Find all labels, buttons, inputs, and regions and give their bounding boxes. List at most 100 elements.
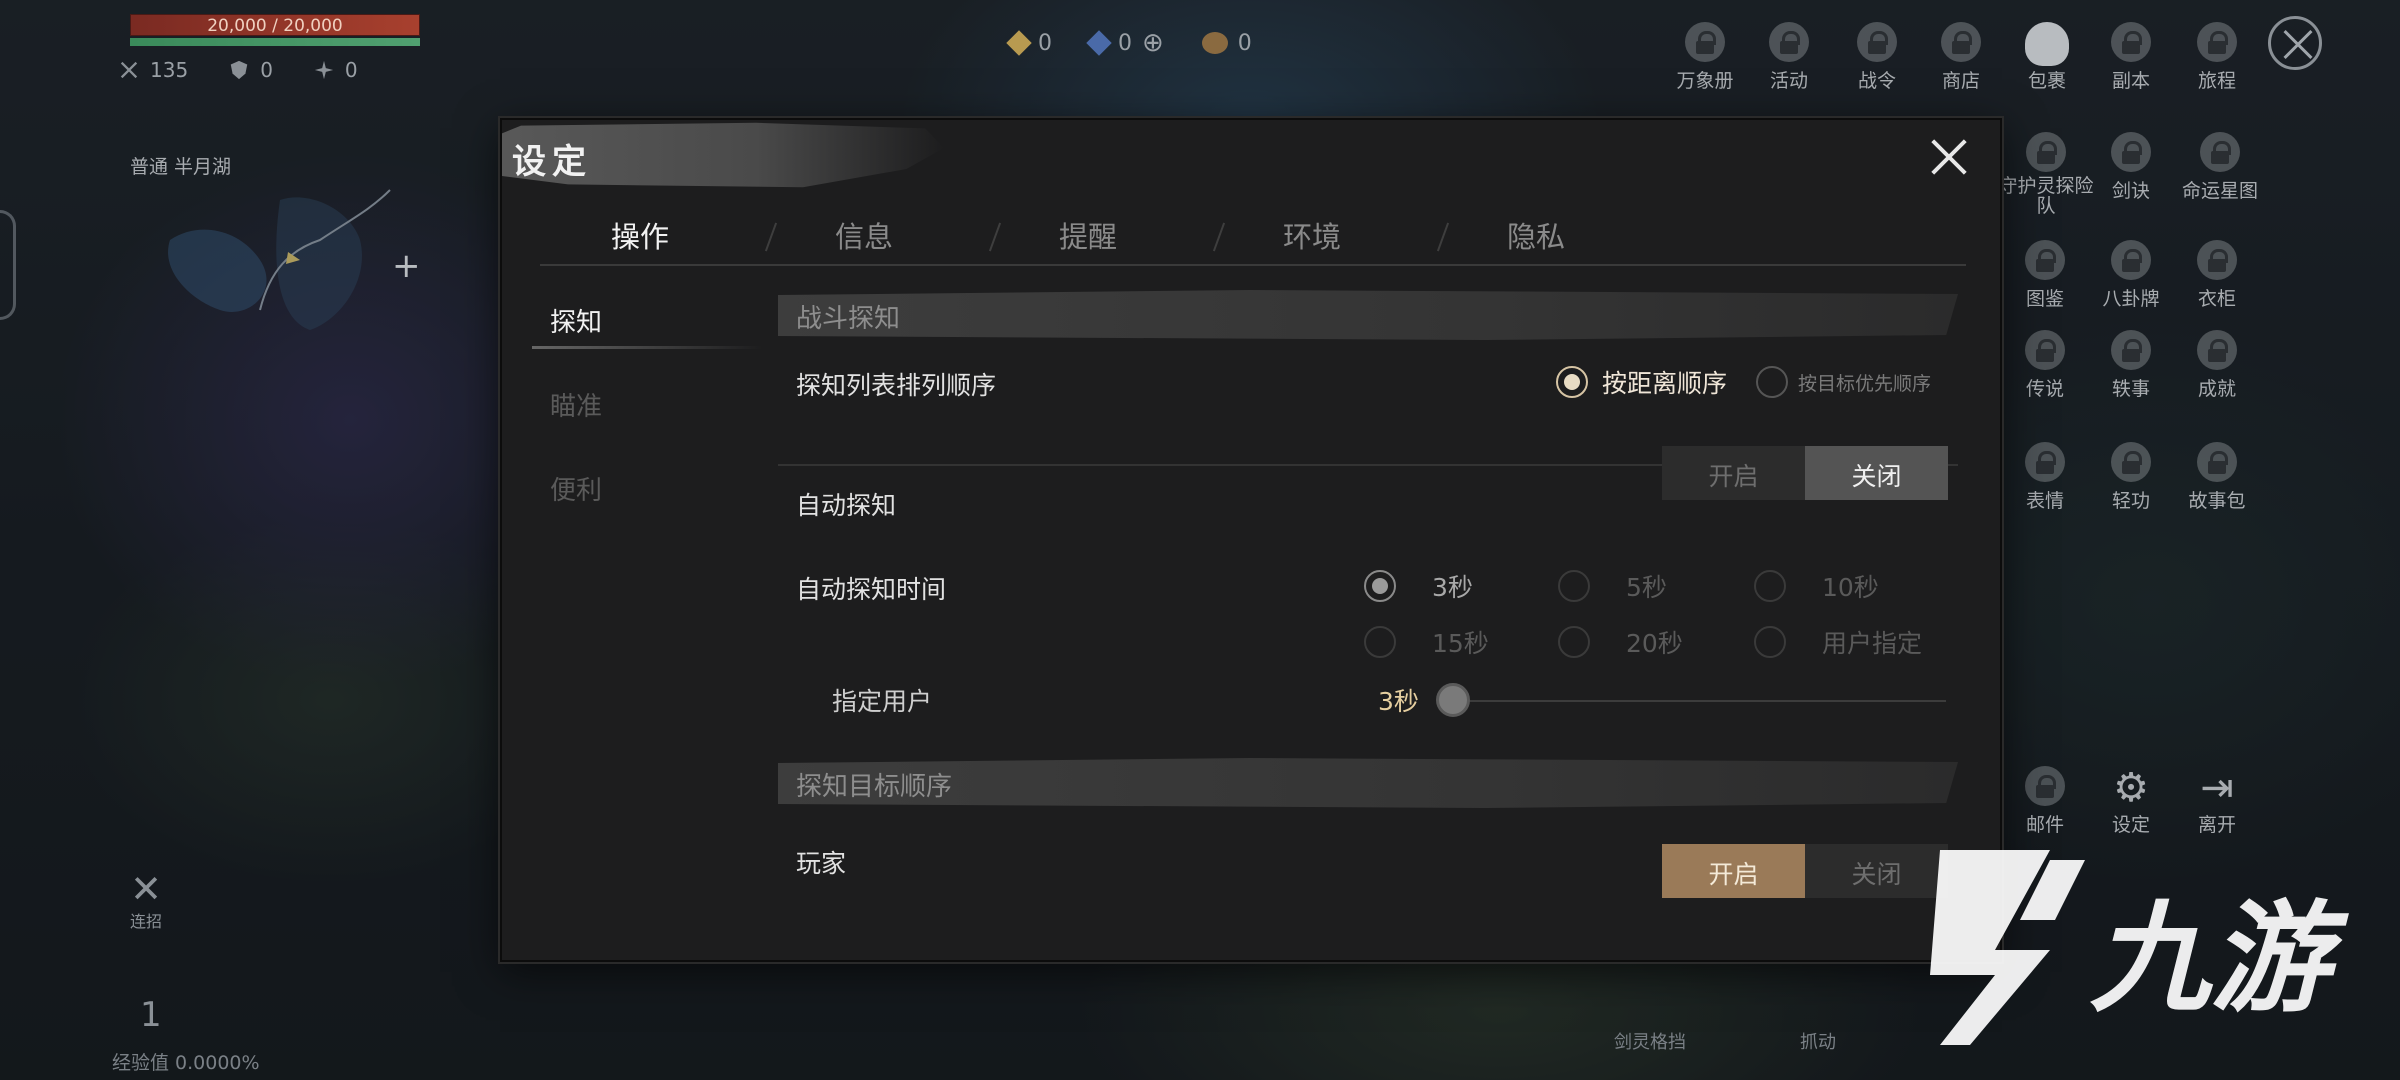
gold-currency: 0 [1006,28,1052,58]
lock-icon [2025,442,2065,482]
menu-label: 守护灵探险队 [1998,175,2094,217]
spark-icon [314,60,334,80]
section-combat-detect: 战斗探知 [778,290,1958,340]
menu-item-bagua[interactable]: 八卦牌 [2086,240,2176,311]
gold-value: 0 [1038,30,1052,56]
menu-label: 活动 [1769,70,1808,92]
radio-label: 20秒 [1626,629,1683,658]
sidebar-item-detect[interactable]: 探知 [502,280,782,364]
shield-icon [230,60,248,80]
player-on-button[interactable]: 开启 [1662,844,1805,898]
radio-circle-icon [1364,626,1396,658]
coin-pouch-icon [1201,32,1228,54]
user-specified-label: 指定用户 [832,687,933,716]
menu-item-wardrobe[interactable]: 衣柜 [2172,240,2262,311]
menu-item-settings[interactable]: ⚙ 设定 [2086,766,2176,837]
menu-item-anecdote[interactable]: 轶事 [2086,330,2176,401]
menu-item-battle-pass[interactable]: 战令 [1832,22,1922,93]
menu-item-codex[interactable]: 图鉴 [2000,240,2090,311]
crossed-swords-icon [120,61,138,79]
menu-item-exit[interactable]: ⇥ 离开 [2172,766,2262,837]
radio-label: 5秒 [1626,573,1667,602]
settings-sidebar: 探知 瞄准 便利 [502,280,782,532]
menu-item-dungeon[interactable]: 副本 [2086,22,2176,93]
auto-detect-on-button[interactable]: 开启 [1662,446,1805,500]
radio-time-20s[interactable]: 20秒 [1558,624,1683,660]
hp-text: 20,000 / 20,000 [207,16,343,36]
user-specified-slider-thumb[interactable] [1436,683,1470,717]
radio-circle-icon [1754,626,1786,658]
side-panel-handle[interactable] [0,210,16,320]
lock-icon [2111,240,2151,280]
tab-reminder[interactable]: 提醒 [1008,214,1168,256]
menu-item-journey[interactable]: 旅程 [2172,22,2262,93]
user-specified-slider-track[interactable] [1446,700,1946,702]
section-target-order: 探知目标顺序 [778,758,1958,808]
menu-label: 命运星图 [2181,180,2258,202]
menu-item-story-pack[interactable]: 故事包 [2172,442,2262,513]
jiuyou-watermark-logo: 九游 [1930,850,2349,1045]
menu-item-mail[interactable]: 邮件 [2000,766,2090,837]
menu-item-legend[interactable]: 传说 [2000,330,2090,401]
blue-gem-icon [1086,30,1112,56]
tab-separator [764,222,778,252]
radio-sort-priority[interactable]: 按目标优先顺序 [1756,366,1931,398]
coin-currency: 0 [1201,28,1252,58]
lock-icon [2026,132,2066,172]
close-icon[interactable] [1926,134,1972,180]
radio-time-5s[interactable]: 5秒 [1558,568,1667,604]
combo-label: 连招 [130,912,163,931]
settings-content: 战斗探知 探知列表排列顺序 按距离顺序 按目标优先顺序 自动探知 开启 关闭 自… [778,290,1958,960]
menu-item-sword-art[interactable]: 剑诀 [2086,132,2176,203]
attack-value: 135 [150,58,189,82]
sidebar-item-aim[interactable]: 瞄准 [502,364,782,448]
menu-item-activity[interactable]: 活动 [1744,22,1834,93]
lock-icon [1941,22,1981,62]
hud-close-menu-button[interactable] [2268,16,2322,70]
radio-time-user[interactable]: 用户指定 [1754,624,1922,660]
blue-currency: 0 ⊕ [1086,28,1164,58]
menu-item-qinggong[interactable]: 轻功 [2086,442,2176,513]
spark-stat: 0 [313,58,358,82]
lock-icon [1769,22,1809,62]
menu-label: 轻功 [2111,490,2150,512]
blue-value: 0 [1118,30,1132,56]
menu-item-emote[interactable]: 表情 [2000,442,2090,513]
hp-bar: 20,000 / 20,000 [130,14,420,36]
radio-label: 10秒 [1822,573,1879,602]
menu-label: 故事包 [2188,490,2246,512]
menu-item-fate-chart[interactable]: 命运星图 [2168,132,2272,203]
tab-operation[interactable]: 操作 [560,214,720,256]
tab-environment[interactable]: 环境 [1232,214,1392,256]
menu-item-shop[interactable]: 商店 [1916,22,2006,93]
auto-detect-off-button[interactable]: 关闭 [1805,446,1948,500]
tab-separator [988,222,1002,252]
lock-icon [2025,330,2065,370]
map-zoom-in-button[interactable]: + [392,246,421,286]
menu-item-bag[interactable]: 包裹 [2002,22,2092,93]
dialog-title: 设定 [512,142,592,182]
tab-info[interactable]: 信息 [784,214,944,256]
menu-item-achievement[interactable]: 成就 [2172,330,2262,401]
menu-item-guardian-expedition[interactable]: 守护灵探险队 [1996,132,2096,216]
combo-skill-button[interactable]: ✕ 连招 [130,870,162,932]
sidebar-item-convenience[interactable]: 便利 [502,448,782,532]
radio-circle-icon [1364,570,1396,602]
lock-icon [2197,22,2237,62]
radio-label: 3秒 [1432,573,1473,602]
auto-detect-time-label: 自动探知时间 [796,575,947,604]
radio-time-3s[interactable]: 3秒 [1364,568,1473,604]
coin-value: 0 [1237,30,1252,56]
stat-row: 135 0 0 [118,58,358,82]
radio-sort-distance[interactable]: 按距离顺序 [1556,364,1727,400]
add-currency-button[interactable]: ⊕ [1142,28,1164,58]
defense-value: 0 [260,58,273,82]
radio-label: 按距离顺序 [1602,369,1728,398]
tab-privacy[interactable]: 隐私 [1456,214,1616,256]
crossed-swords-icon: ✕ [130,867,162,911]
currency-bar: 0 0 ⊕ 0 [1006,28,1252,58]
menu-item-wanxiangce[interactable]: 万象册 [1660,22,1750,93]
radio-time-10s[interactable]: 10秒 [1754,568,1879,604]
radio-time-15s[interactable]: 15秒 [1364,624,1489,660]
exit-icon: ⇥ [2200,765,2234,811]
